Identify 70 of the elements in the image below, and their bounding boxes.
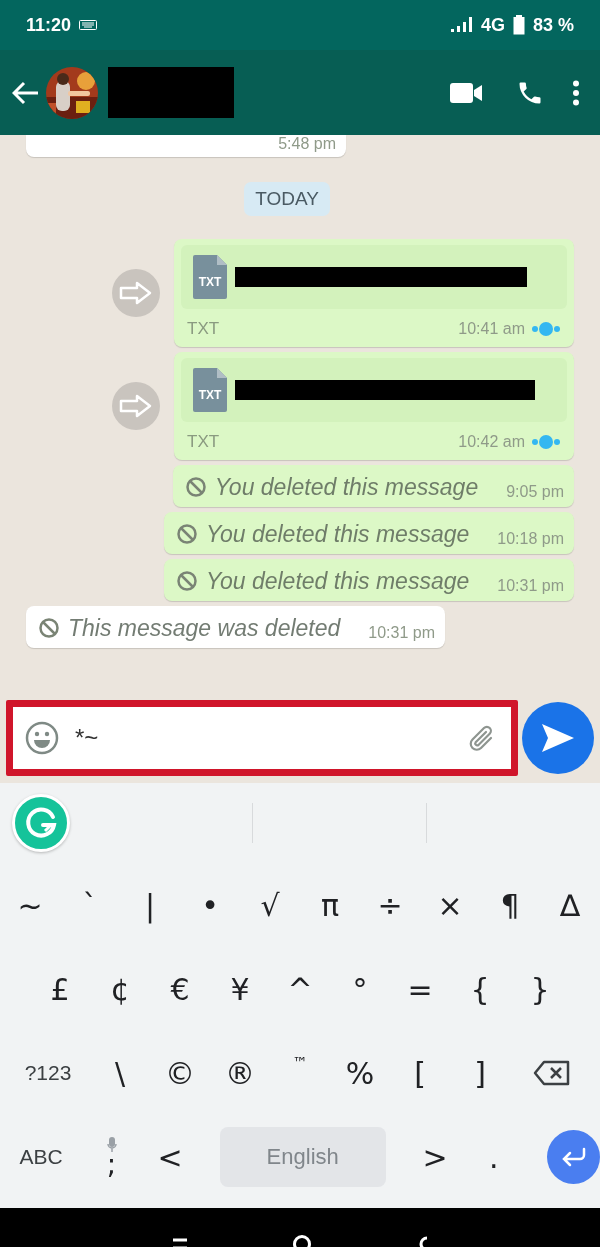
g-logo-icon: [23, 805, 59, 841]
keyboard-key[interactable]: [: [390, 1038, 450, 1108]
message-time: 10:42 am: [458, 433, 525, 451]
message-time: 10:41 am: [458, 320, 525, 338]
keyboard-key[interactable]: ®: [210, 1038, 270, 1108]
file-type: TXT: [187, 319, 220, 339]
deleted-text: You deleted this message: [205, 520, 470, 548]
back-icon[interactable]: [12, 80, 40, 105]
emoji-icon: [25, 720, 59, 755]
keyboard-key[interactable]: ©: [150, 1038, 210, 1108]
mode-key[interactable]: ABC: [0, 1122, 83, 1192]
network-type: 4G: [480, 14, 505, 36]
keyboard-key[interactable]: ×: [420, 870, 480, 940]
file-icon: TXT: [193, 368, 227, 412]
battery-level: 83 %: [532, 14, 574, 36]
keyboard-key[interactable]: ;: [82, 1122, 141, 1192]
enter-key[interactable]: [547, 1130, 600, 1184]
deleted-icon: [175, 523, 198, 545]
status-time: 11:20: [26, 14, 72, 36]
pending-status-icon: [531, 434, 561, 450]
message-time: 10:18 pm: [497, 530, 564, 548]
keyboard-key[interactable]: €: [150, 954, 210, 1024]
keyboard-key[interactable]: |: [120, 870, 180, 940]
keyboard-key[interactable]: }: [510, 954, 570, 1024]
message-field[interactable]: *~: [6, 699, 518, 776]
deleted-text: This message was deleted: [68, 614, 341, 642]
keyboard-key[interactable]: >: [405, 1122, 465, 1192]
keyboard-key[interactable]: ∆: [540, 870, 600, 940]
keyboard-key[interactable]: π: [300, 870, 360, 940]
date-chip: TODAY: [244, 182, 330, 216]
keyboard-key[interactable]: %: [330, 1038, 390, 1108]
message-time: 9:05 pm: [506, 483, 564, 501]
message-time: 10:31 pm: [368, 624, 436, 642]
file-type: TXT: [187, 432, 220, 452]
keyboard-key[interactable]: {: [450, 954, 510, 1024]
deleted-icon: [184, 476, 207, 498]
message-time: 10:31 pm: [497, 577, 564, 595]
keyboard-key[interactable]: ™: [270, 1038, 330, 1108]
signal-icon: [450, 17, 473, 33]
deleted-icon: [175, 570, 198, 592]
keyboard-key[interactable]: √: [240, 870, 300, 940]
message-time: 5:48 pm: [278, 135, 336, 153]
keyboard-key[interactable]: =: [390, 954, 450, 1024]
keyboard-key[interactable]: ¶: [480, 870, 540, 940]
keyboard-key[interactable]: ÷: [360, 870, 420, 940]
deleted-text: You deleted this message: [205, 567, 470, 595]
keyboard-key[interactable]: ]: [450, 1038, 510, 1108]
keyboard-key[interactable]: <: [140, 1122, 200, 1192]
battery-icon: [512, 15, 525, 35]
keyboard-key[interactable]: •: [180, 870, 240, 940]
keyboard-key[interactable]: ^: [270, 954, 330, 1024]
keyboard-key[interactable]: .: [464, 1122, 524, 1192]
keyboard-icon: [79, 20, 98, 30]
keyboard-key[interactable]: ~: [0, 870, 60, 940]
microphone-icon: [106, 1137, 117, 1153]
deleted-icon: [38, 617, 60, 639]
file-icon: TXT: [193, 255, 227, 299]
mode-key[interactable]: ?123: [6, 1038, 90, 1108]
keyboard-key[interactable]: `: [60, 870, 120, 940]
send-icon: [540, 721, 576, 754]
backspace-icon: [533, 1060, 571, 1086]
pending-status-icon: [531, 321, 561, 337]
forward-icon: [119, 394, 153, 418]
forward-icon: [119, 281, 153, 305]
keyboard-key[interactable]: ¥: [210, 954, 270, 1024]
deleted-text: You deleted this message: [214, 473, 479, 501]
keyboard-key[interactable]: ¢: [90, 954, 150, 1024]
keyboard-key[interactable]: £: [30, 954, 90, 1024]
keyboard-key[interactable]: °: [330, 954, 390, 1024]
keyboard-key[interactable]: \: [90, 1038, 150, 1108]
